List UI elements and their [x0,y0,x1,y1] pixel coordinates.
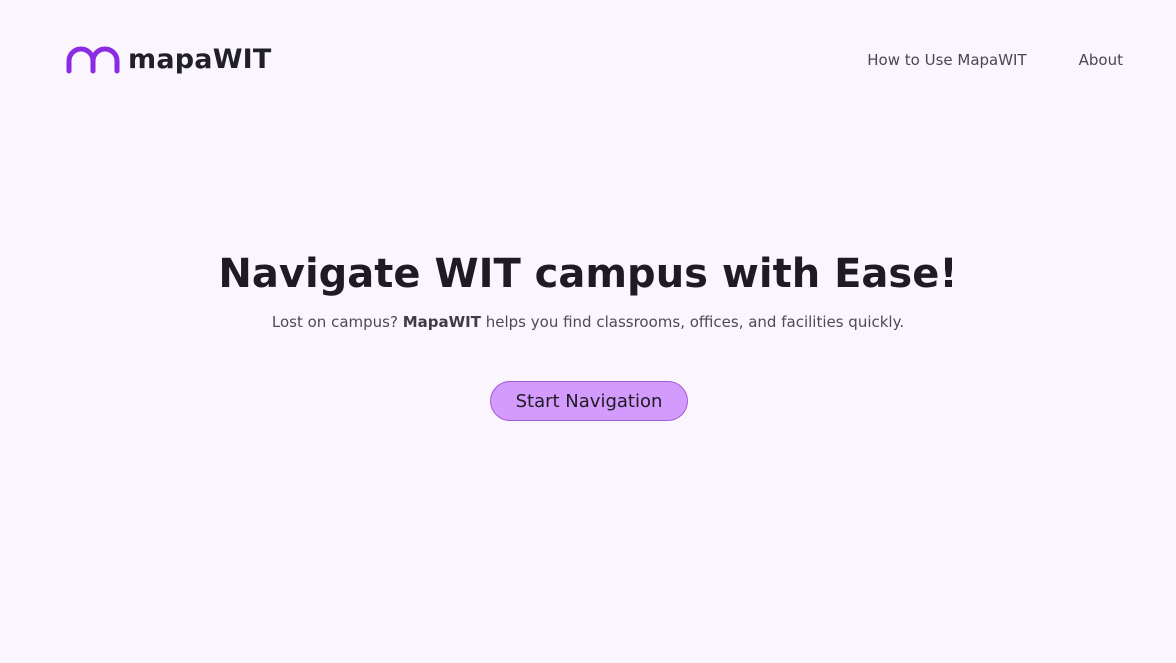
arch-m-logo-icon [66,46,120,74]
subtitle-brand-emphasis: MapaWIT [402,313,481,331]
nav-link-about[interactable]: About [1079,51,1123,69]
brand-logo[interactable]: mapaWIT [66,44,272,75]
nav-link-how-to-use[interactable]: How to Use MapaWIT [867,51,1026,69]
start-navigation-button[interactable]: Start Navigation [490,381,688,421]
subtitle-text-before: Lost on campus? [271,313,403,331]
hero-subtitle: Lost on campus? MapaWIT helps you find c… [0,312,1176,332]
brand-name: mapaWIT [128,44,272,75]
site-header: mapaWIT How to Use MapaWIT About [0,0,1176,120]
main-nav: How to Use MapaWIT About [867,51,1123,69]
hero-section: Navigate WIT campus with Ease! Lost on c… [0,248,1176,332]
hero-title: Navigate WIT campus with Ease! [218,251,958,297]
subtitle-text-after: helps you find classrooms, offices, and … [480,313,905,331]
